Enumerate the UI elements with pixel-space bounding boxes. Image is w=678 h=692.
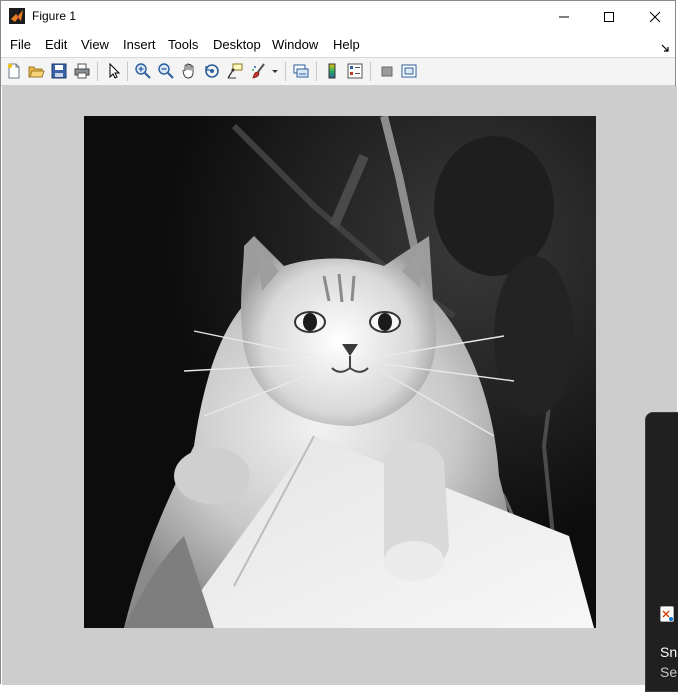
maximize-button[interactable] xyxy=(586,1,632,32)
brush-dropdown-icon[interactable] xyxy=(270,62,280,80)
matlab-logo-icon xyxy=(9,8,25,24)
menu-edit[interactable]: Edit xyxy=(45,37,67,52)
minimize-button[interactable] xyxy=(541,1,587,32)
pan-hand-icon[interactable] xyxy=(180,62,198,80)
close-button[interactable] xyxy=(632,1,678,32)
toolbar-separator xyxy=(97,62,98,81)
maximize-icon xyxy=(604,11,614,22)
figure-window: Figure 1 File Edit View Insert Tools Des… xyxy=(0,0,678,692)
menu-help[interactable]: Help xyxy=(333,37,360,52)
grayscale-cat-image xyxy=(84,116,596,628)
figure-canvas[interactable] xyxy=(2,86,677,685)
menu-window[interactable]: Window xyxy=(272,37,318,52)
hide-plot-tools-icon[interactable] xyxy=(378,62,396,80)
save-icon[interactable] xyxy=(50,62,68,80)
zoom-out-icon[interactable] xyxy=(157,62,175,80)
link-plot-icon[interactable] xyxy=(292,62,310,80)
toolbar-separator xyxy=(127,62,128,81)
menu-insert[interactable]: Insert xyxy=(123,37,156,52)
rotate-3d-icon[interactable] xyxy=(203,62,221,80)
snipping-tool-icon xyxy=(660,606,674,622)
image-axes[interactable] xyxy=(84,116,596,628)
menu-desktop[interactable]: Desktop xyxy=(213,37,261,52)
insert-colorbar-icon[interactable] xyxy=(323,62,341,80)
edit-plot-arrow-icon[interactable] xyxy=(105,62,123,80)
zoom-in-icon[interactable] xyxy=(134,62,152,80)
insert-legend-icon[interactable] xyxy=(346,62,364,80)
menu-view[interactable]: View xyxy=(81,37,109,52)
close-icon xyxy=(649,11,661,22)
menu-tools[interactable]: Tools xyxy=(168,37,198,52)
minimize-icon xyxy=(559,16,569,17)
toolbar-separator xyxy=(370,62,371,81)
menu-file[interactable]: File xyxy=(10,37,31,52)
dock-arrow-icon[interactable] xyxy=(661,40,669,52)
toolbar-separator xyxy=(285,62,286,81)
window-title: Figure 1 xyxy=(32,9,77,23)
figure-toolbar xyxy=(1,57,675,86)
title-bar[interactable]: Figure 1 xyxy=(1,1,675,32)
toast-title: Sni xyxy=(660,644,678,660)
brush-icon[interactable] xyxy=(250,62,268,80)
data-cursor-icon[interactable] xyxy=(226,62,244,80)
toolbar-separator xyxy=(316,62,317,81)
new-figure-icon[interactable] xyxy=(5,62,23,80)
open-file-icon[interactable] xyxy=(27,62,45,80)
menu-bar: File Edit View Insert Tools Desktop Wind… xyxy=(1,32,675,57)
notification-toast[interactable]: Sni Sel xyxy=(645,412,678,692)
toast-subtitle: Sel xyxy=(660,664,678,680)
print-icon[interactable] xyxy=(73,62,91,80)
show-plot-tools-icon[interactable] xyxy=(400,62,418,80)
